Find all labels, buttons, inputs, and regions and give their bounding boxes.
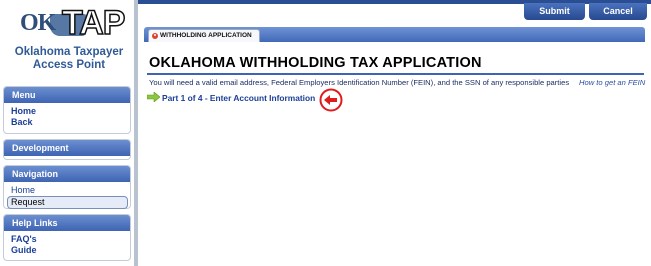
top-toolbar: Submit Cancel [138,0,651,20]
title-divider [147,73,644,75]
arrow-right-icon [147,92,160,102]
oktap-logo[interactable]: OK TAP Oklahoma Taxpayer Access Point [10,3,128,74]
cancel-button[interactable]: Cancel [589,3,647,20]
logo-tap: TAP [61,3,126,43]
sidebar: OK TAP Oklahoma Taxpayer Access Point Me… [0,0,136,266]
development-panel-title[interactable]: Development [4,140,130,156]
help-guide-link[interactable]: Guide [4,245,130,256]
step-account-information-link[interactable]: Part 1 of 4 - Enter Account Information [162,93,315,103]
help-faqs-link[interactable]: FAQ's [4,234,130,245]
menu-back-link[interactable]: Back [4,117,130,128]
tab-withholding-application[interactable]: WITHHOLDING APPLICATION [148,29,260,42]
logo-subtitle-line2: Access Point [32,59,106,71]
tab-label: WITHHOLDING APPLICATION [160,32,252,39]
menu-home-link[interactable]: Home [4,106,130,117]
logo-subtitle-line1: Oklahoma Taxpayer [14,46,124,58]
menu-panel: Menu Home Back [3,86,131,134]
tab-bar: WITHHOLDING APPLICATION [144,27,645,42]
menu-panel-title: Menu [4,87,130,103]
page-title: OKLAHOMA WITHHOLDING TAX APPLICATION [149,55,482,71]
help-links-panel-title: Help Links [4,215,130,231]
record-icon [152,33,158,39]
help-links-panel: Help Links FAQ's Guide [3,214,131,261]
logo-ok: OK [20,10,56,36]
arrow-left-circle-icon [319,88,343,112]
submit-button[interactable]: Submit [524,3,585,20]
navigation-panel: Navigation Home Request [3,165,131,209]
navigation-panel-title: Navigation [4,166,130,182]
nav-request-link[interactable]: Request [7,196,128,209]
sidebar-divider [134,0,138,266]
how-to-get-fein-link[interactable]: How to get an FEIN [579,78,645,87]
instructions-text: You will need a valid email address, Fed… [149,78,570,87]
development-panel: Development [3,139,131,160]
nav-home-link[interactable]: Home [4,185,130,196]
